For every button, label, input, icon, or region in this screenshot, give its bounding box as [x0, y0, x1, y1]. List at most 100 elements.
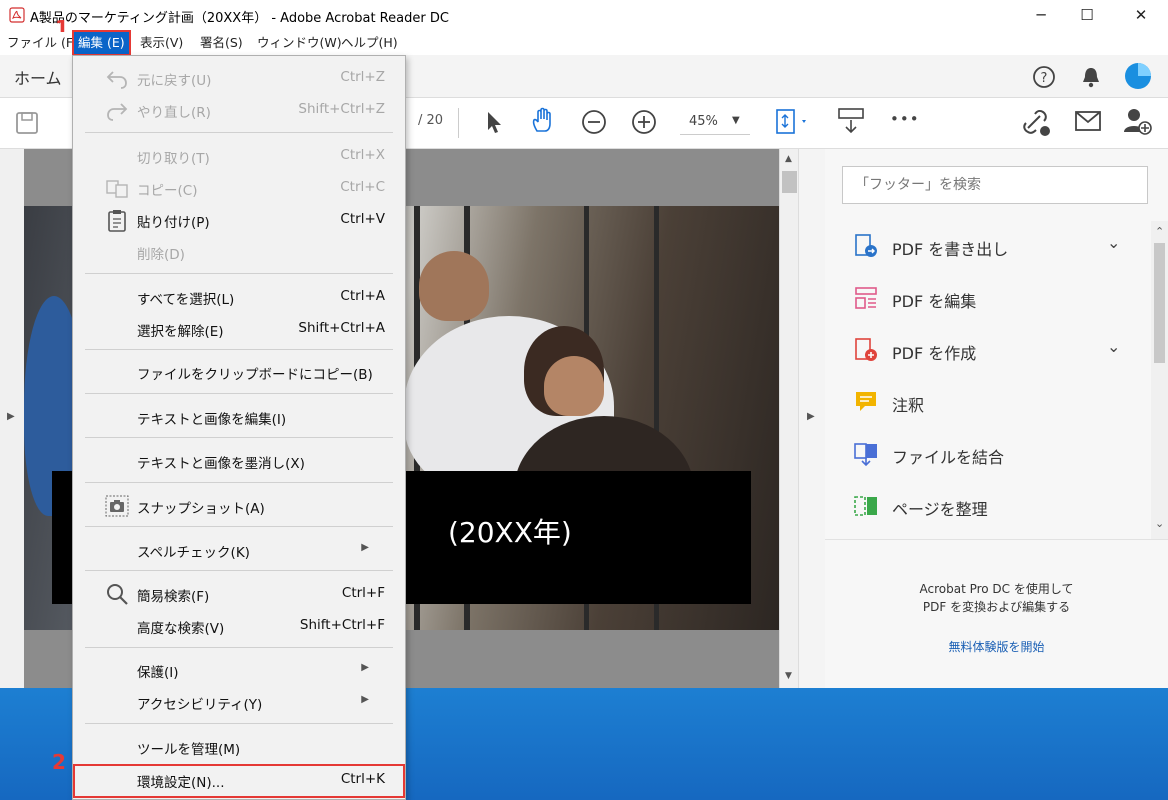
- menu-manage-tools[interactable]: ツールを管理(M): [73, 731, 405, 763]
- maximize-button[interactable]: ☐: [1064, 0, 1110, 30]
- mail-icon[interactable]: [1074, 110, 1102, 132]
- paste-icon: [108, 210, 126, 232]
- menu-separator: [85, 647, 393, 648]
- free-trial-link[interactable]: 無料体験版を開始: [825, 638, 1168, 655]
- edit-menu-dropdown: 元に戻す(U) Ctrl+Z やり直し(R) Shift+Ctrl+Z 切り取り…: [72, 55, 406, 800]
- submenu-arrow-icon: ▶: [361, 542, 369, 553]
- tools-scrollbar[interactable]: ⌃ ⌄: [1151, 221, 1168, 539]
- tool-label: PDF を編集: [892, 292, 977, 311]
- menu-redact[interactable]: テキストと画像を墨消し(X): [73, 445, 405, 477]
- menu-cut[interactable]: 切り取り(T) Ctrl+X: [73, 140, 405, 172]
- bell-icon[interactable]: [1080, 65, 1102, 89]
- menu-separator: [85, 273, 393, 274]
- menu-help[interactable]: ヘルプ(H): [337, 32, 402, 54]
- menu-select-all[interactable]: すべてを選択(L) Ctrl+A: [73, 281, 405, 313]
- menu-shortcut: Shift+Ctrl+A: [298, 320, 385, 336]
- promo-line-1: Acrobat Pro DC を使用して: [919, 582, 1074, 596]
- menu-separator: [85, 132, 393, 133]
- menu-label: アクセシビリティ(Y): [137, 697, 263, 713]
- menu-separator: [85, 526, 393, 527]
- preferences-highlight-box: [73, 764, 405, 798]
- menu-undo[interactable]: 元に戻す(U) Ctrl+Z: [73, 62, 405, 94]
- scroll-up-icon[interactable]: ▲: [785, 154, 792, 164]
- left-panel-toggle[interactable]: ▶: [0, 149, 25, 688]
- menu-shortcut: Ctrl+V: [340, 211, 385, 227]
- help-icon[interactable]: ?: [1032, 65, 1056, 89]
- avatar[interactable]: [1124, 62, 1152, 90]
- hand-tool-icon[interactable]: [528, 106, 558, 136]
- zoom-out-icon[interactable]: [580, 108, 608, 136]
- search-icon: [107, 584, 128, 605]
- menu-window[interactable]: ウィンドウ(W): [253, 32, 346, 54]
- close-button[interactable]: ✕: [1118, 0, 1164, 30]
- page-total: / 20: [418, 113, 444, 128]
- menu-redo[interactable]: やり直し(R) Shift+Ctrl+Z: [73, 94, 405, 126]
- menu-label: 貼り付け(P): [137, 215, 210, 231]
- step-marker-2: 2: [52, 750, 66, 774]
- menu-edit-text-images[interactable]: テキストと画像を編集(I): [73, 401, 405, 433]
- fit-page-icon[interactable]: [774, 108, 810, 136]
- scroll-up-icon[interactable]: ⌃: [1155, 225, 1164, 238]
- menu-label: やり直し(R): [137, 105, 211, 121]
- svg-text:?: ?: [1041, 71, 1048, 86]
- menu-label: 簡易検索(F): [137, 589, 210, 605]
- menu-label: ファイルをクリップボードにコピー(B): [137, 367, 373, 383]
- create-pdf-icon: [855, 338, 877, 361]
- menu-edit[interactable]: 編集 (E): [72, 30, 131, 56]
- tool-combine-files[interactable]: ファイルを結合: [825, 429, 1155, 481]
- tool-create-pdf[interactable]: PDF を作成 ⌄: [825, 325, 1155, 377]
- menu-shortcut: Ctrl+X: [340, 147, 385, 163]
- menu-deselect[interactable]: 選択を解除(E) Shift+Ctrl+A: [73, 313, 405, 345]
- menu-shortcut: Ctrl+C: [340, 179, 385, 195]
- menu-separator: [85, 437, 393, 438]
- scroll-down-icon[interactable]: ▼: [785, 671, 792, 681]
- camera-icon: [105, 495, 129, 517]
- submenu-arrow-icon: ▶: [361, 694, 369, 705]
- menu-accessibility[interactable]: アクセシビリティ(Y) ▶: [73, 686, 405, 718]
- scroll-thumb[interactable]: [782, 171, 797, 193]
- save-icon[interactable]: [14, 110, 40, 136]
- menu-sign[interactable]: 署名(S): [196, 32, 247, 54]
- tool-search-input[interactable]: 「フッター」を検索: [842, 166, 1148, 204]
- menu-file[interactable]: ファイル (F): [3, 32, 82, 54]
- document-scrollbar[interactable]: ▲ ▼: [779, 149, 799, 688]
- copy-icon: [106, 180, 128, 198]
- menu-view[interactable]: 表示(V): [136, 32, 187, 54]
- menu-bar: ファイル (F) 編集 (E) 表示(V) 署名(S) ウィンドウ(W) ヘルプ…: [0, 30, 1168, 56]
- menu-label: 高度な検索(V): [137, 621, 225, 637]
- chevron-down-icon[interactable]: ⌄: [1107, 337, 1120, 356]
- menu-shortcut: Shift+Ctrl+F: [299, 617, 385, 633]
- zoom-select[interactable]: 45% ▼: [680, 112, 750, 135]
- menu-quick-search[interactable]: 簡易検索(F) Ctrl+F: [73, 578, 405, 610]
- tool-export-pdf[interactable]: PDF を書き出し ⌄: [825, 221, 1155, 273]
- more-tools-icon[interactable]: •••: [890, 110, 920, 128]
- chevron-down-icon[interactable]: ⌄: [1107, 233, 1120, 252]
- menu-shortcut: Ctrl+F: [341, 585, 385, 601]
- add-user-icon[interactable]: [1122, 106, 1152, 136]
- select-cursor-icon[interactable]: [480, 108, 508, 136]
- menu-protect[interactable]: 保護(I) ▶: [73, 654, 405, 686]
- tool-comment[interactable]: 注釈: [825, 377, 1155, 429]
- tool-edit-pdf[interactable]: PDF を編集: [825, 273, 1155, 325]
- menu-delete[interactable]: 削除(D): [73, 236, 405, 268]
- scroll-down-icon[interactable]: ⌄: [1155, 517, 1164, 530]
- menu-label: スナップショット(A): [137, 501, 265, 517]
- menu-label: 選択を解除(E): [137, 324, 224, 340]
- zoom-in-icon[interactable]: [630, 108, 658, 136]
- menu-label: 保護(I): [137, 665, 179, 681]
- minimize-button[interactable]: ─: [1018, 0, 1064, 30]
- edit-pdf-icon: [855, 287, 877, 309]
- menu-copy[interactable]: コピー(C) Ctrl+C: [73, 172, 405, 204]
- scroll-thumb[interactable]: [1154, 243, 1165, 363]
- menu-paste[interactable]: 貼り付け(P) Ctrl+V: [73, 204, 405, 236]
- share-link-icon[interactable]: [1020, 106, 1052, 138]
- scroll-mode-icon[interactable]: [836, 106, 866, 136]
- menu-label: テキストと画像を編集(I): [137, 412, 287, 428]
- right-panel-toggle[interactable]: ▶: [798, 149, 826, 688]
- menu-snapshot[interactable]: スナップショット(A): [73, 490, 405, 522]
- menu-copy-file-clipboard[interactable]: ファイルをクリップボードにコピー(B): [73, 356, 405, 388]
- menu-spellcheck[interactable]: スペルチェック(K) ▶: [73, 534, 405, 566]
- tab-home[interactable]: ホーム: [14, 65, 62, 89]
- tool-organize-pages[interactable]: ページを整理: [825, 481, 1155, 533]
- menu-advanced-search[interactable]: 高度な検索(V) Shift+Ctrl+F: [73, 610, 405, 642]
